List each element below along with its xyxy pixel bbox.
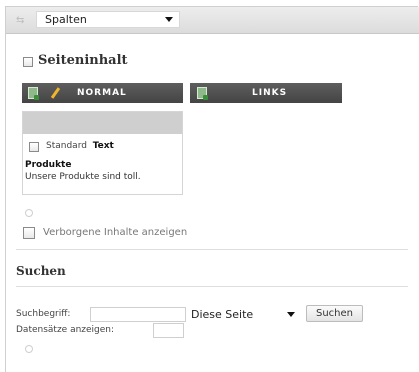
drag-handle-icon: ⇆ [16, 15, 25, 26]
chevron-down-icon [165, 17, 173, 22]
column-header-links-label: LINKS [252, 88, 288, 98]
new-content-icon[interactable] [197, 87, 208, 100]
column-view-select-value: Spalten [45, 13, 87, 26]
new-content-icon[interactable] [28, 87, 39, 100]
search-scope-value: Diese Seite [191, 308, 254, 321]
content-element-type: Standard Text [46, 141, 114, 151]
search-term-label: Suchbegriff: [16, 309, 71, 319]
status-icon [25, 209, 33, 217]
column-header-normal-label: NORMAL [77, 88, 127, 98]
divider [16, 249, 408, 250]
section-title-search: Suchen [16, 264, 66, 278]
search-term-input[interactable] [90, 307, 186, 322]
column-view-select[interactable]: Spalten [36, 11, 180, 28]
search-button[interactable]: Suchen [306, 305, 363, 322]
content-element-toggle-icon[interactable] [29, 142, 39, 152]
content-element-type-label: Standard [46, 141, 87, 151]
show-hidden-checkbox[interactable] [23, 227, 35, 239]
column-header-links: LINKS [190, 83, 342, 103]
records-input[interactable] [153, 323, 184, 338]
chevron-down-icon [287, 312, 295, 317]
section-title-page-content: Seiteninhalt [38, 53, 128, 68]
content-element-card[interactable]: Standard Text Produkte Unsere Produkte s… [22, 111, 183, 195]
status-icon [25, 345, 33, 353]
column-header-normal: NORMAL [22, 83, 183, 103]
content-element-title: Produkte [25, 160, 72, 170]
search-scope-select[interactable]: Diese Seite [187, 307, 299, 322]
content-element-header [23, 112, 182, 134]
content-element-type-value: Text [92, 141, 114, 151]
show-hidden-label: Verborgene Inhalte anzeigen [43, 227, 188, 238]
records-label: Datensätze anzeigen: [16, 325, 115, 335]
page-content-toggle-icon[interactable] [23, 57, 33, 67]
top-bar: ⇆ Spalten [6, 7, 419, 34]
divider [16, 286, 408, 287]
edit-pencil-icon[interactable] [50, 87, 61, 99]
content-element-body: Unsere Produkte sind toll. [25, 172, 141, 182]
